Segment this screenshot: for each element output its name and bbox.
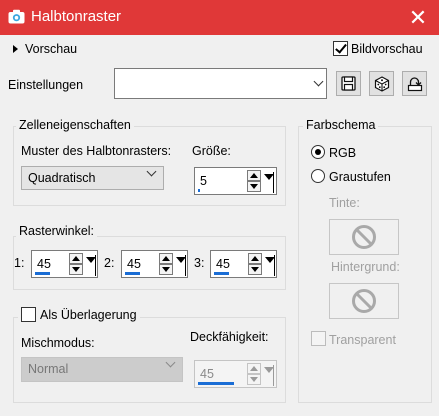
- winkel-2-level-bar: [125, 272, 140, 275]
- winkel-3-spinbox[interactable]: 45: [210, 250, 277, 278]
- bildvorschau-checkbox[interactable]: [333, 41, 348, 56]
- preset-combobox[interactable]: [114, 68, 327, 99]
- winkel-2-label: 2:: [104, 256, 115, 270]
- groesse-up-button[interactable]: [247, 170, 261, 181]
- winkel-1-level-bar: [35, 272, 50, 275]
- deckfaehigkeit-down-button[interactable]: [247, 374, 261, 385]
- chevron-down-icon: [313, 76, 323, 87]
- winkel-2-dropdown-button[interactable]: [175, 252, 186, 276]
- graustufen-radio[interactable]: [311, 169, 325, 183]
- deckfaehigkeit-label: Deckfähigkeit:: [190, 330, 269, 344]
- groesse-level-bar: [198, 189, 200, 192]
- random-settings-button[interactable]: [369, 71, 394, 96]
- preset-dropdown-button[interactable]: [310, 69, 326, 98]
- arrow-down-icon: [175, 257, 186, 263]
- mischmodus-select[interactable]: Normal: [21, 357, 183, 382]
- arrow-down-icon: [162, 267, 170, 272]
- winkel-3-level-bar: [214, 272, 229, 275]
- winkel-1-label: 1:: [14, 256, 25, 270]
- arrow-up-icon: [250, 366, 258, 371]
- winkel-1-dropdown-button[interactable]: [85, 252, 96, 276]
- winkel-2-value[interactable]: 45: [127, 257, 141, 271]
- rgb-radio[interactable]: [311, 145, 325, 159]
- camera-icon: [8, 9, 25, 24]
- chevron-down-icon: [146, 166, 157, 177]
- winkel-3-dropdown-button[interactable]: [264, 252, 275, 276]
- zelleneigenschaften-title: Zelleneigenschaften: [16, 118, 134, 132]
- arrow-up-icon: [72, 256, 80, 261]
- bildvorschau-label[interactable]: Bildvorschau: [351, 42, 423, 56]
- arrow-down-icon: [251, 267, 259, 272]
- winkel-2-up-button[interactable]: [159, 253, 173, 264]
- ueberlagerung-label[interactable]: Als Überlagerung: [37, 308, 140, 322]
- muster-select[interactable]: Quadratisch: [21, 166, 164, 190]
- not-available-icon: [352, 289, 376, 313]
- close-icon: ✕: [408, 4, 428, 30]
- deckfaehigkeit-value[interactable]: 45: [200, 367, 214, 381]
- reset-defaults-icon: [407, 76, 422, 91]
- winkel-1-up-button[interactable]: [69, 253, 83, 264]
- transparent-label[interactable]: Transparent: [329, 333, 396, 347]
- mischmodus-label: Mischmodus:: [21, 336, 95, 350]
- muster-label: Muster des Halbtonrasters:: [21, 144, 172, 158]
- rasterwinkel-title: Rasterwinkel:: [16, 224, 98, 238]
- save-icon: [341, 76, 356, 91]
- groesse-down-button[interactable]: [247, 181, 261, 192]
- title-bar: Halbtonraster ✕: [0, 0, 439, 35]
- reset-defaults-button[interactable]: [402, 71, 427, 96]
- arrow-down-icon: [264, 257, 275, 263]
- winkel-3-label: 3:: [194, 256, 205, 270]
- ueberlagerung-checkbox[interactable]: [18, 304, 39, 325]
- tinte-label: Tinte:: [329, 196, 360, 210]
- arrow-down-icon: [250, 377, 258, 382]
- winkel-2-spinbox[interactable]: 45: [121, 250, 188, 278]
- deckfaehigkeit-up-button[interactable]: [247, 363, 261, 374]
- random-dice-icon: [374, 75, 389, 92]
- winkel-1-down-button[interactable]: [69, 264, 83, 275]
- einstellungen-label: Einstellungen: [8, 78, 84, 92]
- arrow-up-icon: [251, 256, 259, 261]
- rgb-label[interactable]: RGB: [329, 146, 356, 160]
- arrow-up-icon: [250, 173, 258, 178]
- winkel-1-value[interactable]: 45: [37, 257, 51, 271]
- window-title: Halbtonraster: [31, 8, 122, 25]
- arrow-down-icon: [263, 367, 274, 373]
- arrow-down-icon: [72, 267, 80, 272]
- winkel-3-down-button[interactable]: [248, 264, 262, 275]
- deckfaehigkeit-dropdown-button[interactable]: [263, 362, 274, 386]
- deckfaehigkeit-level-bar: [198, 382, 234, 385]
- groesse-dropdown-button[interactable]: [263, 169, 274, 193]
- groesse-value[interactable]: 5: [200, 174, 207, 188]
- muster-value: Quadratisch: [28, 171, 96, 185]
- farbschema-title: Farbschema: [303, 118, 379, 132]
- deckfaehigkeit-spinbox[interactable]: 45: [194, 360, 277, 388]
- not-available-icon: [352, 225, 376, 249]
- winkel-3-value[interactable]: 45: [216, 257, 230, 271]
- tinte-color-swatch[interactable]: [329, 219, 399, 255]
- transparent-checkbox[interactable]: [311, 331, 326, 346]
- graustufen-label[interactable]: Graustufen: [329, 170, 391, 184]
- hintergrund-label: Hintergrund:: [331, 260, 400, 274]
- preview-toggle[interactable]: Vorschau: [25, 42, 77, 56]
- mischmodus-value: Normal: [28, 362, 69, 376]
- arrow-down-icon: [85, 257, 96, 263]
- close-button[interactable]: ✕: [397, 0, 439, 35]
- groesse-label: Größe:: [192, 144, 231, 158]
- arrow-down-icon: [250, 184, 258, 189]
- save-preset-button[interactable]: [336, 71, 361, 96]
- expand-arrow-icon[interactable]: [13, 45, 18, 53]
- groesse-spinbox[interactable]: 5: [194, 167, 277, 195]
- winkel-2-down-button[interactable]: [159, 264, 173, 275]
- chevron-down-icon: [165, 357, 176, 368]
- winkel-1-spinbox[interactable]: 45: [31, 250, 98, 278]
- arrow-down-icon: [263, 174, 274, 180]
- arrow-up-icon: [162, 256, 170, 261]
- winkel-3-up-button[interactable]: [248, 253, 262, 264]
- hintergrund-color-swatch[interactable]: [329, 283, 399, 319]
